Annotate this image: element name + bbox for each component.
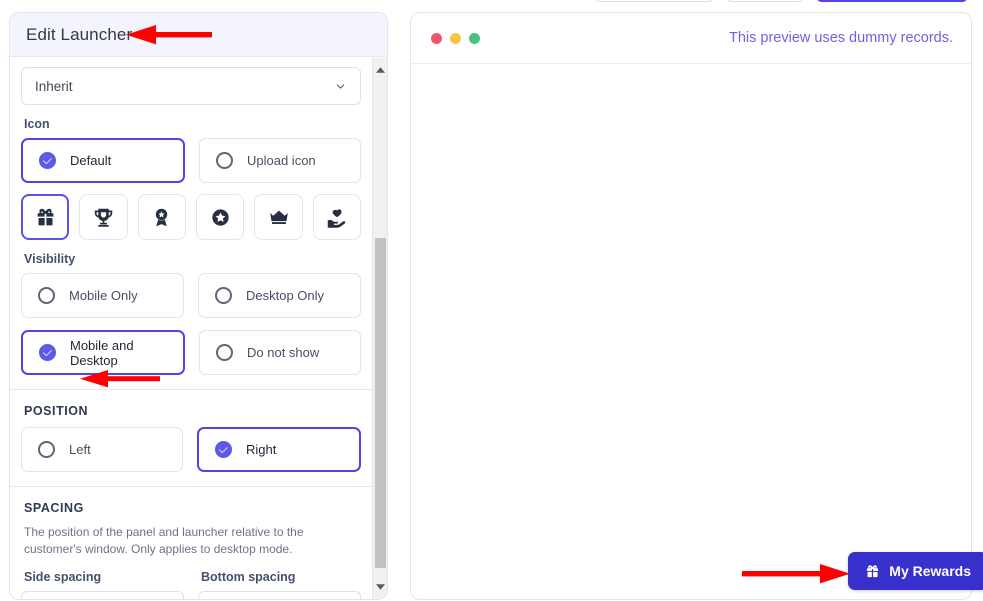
spacing-inputs: Side spacing 0 px Bottom spacing 0 px <box>21 570 361 599</box>
radio-indicator <box>215 287 232 304</box>
bottom-spacing-input[interactable]: 0 px <box>198 591 361 599</box>
heart-in-hand-icon <box>326 207 347 228</box>
radio-indicator <box>215 441 232 458</box>
radio-label: Upload icon <box>247 153 316 168</box>
spacing-section-label: SPACING <box>24 501 84 515</box>
radio-indicator <box>38 287 55 304</box>
top-partial-button-1[interactable] <box>594 0 714 2</box>
maximize-dot-icon <box>469 32 480 44</box>
preview-note: This preview uses dummy records. <box>728 30 953 46</box>
spacing-description: The position of the panel and launcher r… <box>24 525 304 557</box>
bottom-spacing-label: Bottom spacing <box>201 570 296 585</box>
top-partial-primary-button[interactable] <box>816 0 968 2</box>
radio-label: Mobile Only <box>69 288 138 303</box>
radio-indicator <box>216 152 233 169</box>
caret-down-icon[interactable] <box>373 579 387 595</box>
top-partial-toolbar <box>0 0 983 2</box>
star-circle-icon <box>210 207 231 228</box>
close-dot-icon <box>431 32 442 44</box>
icon-option-star[interactable] <box>196 194 245 240</box>
my-rewards-label: My Rewards <box>889 563 971 579</box>
radio-label: Left <box>69 442 91 457</box>
window-dots <box>431 32 480 44</box>
minimize-dot-icon <box>450 32 461 44</box>
panel-scrollbar[interactable] <box>372 58 387 599</box>
gift-icon <box>35 207 56 228</box>
radio-position-left[interactable]: Left <box>21 427 183 472</box>
preview-canvas: My Rewards <box>411 64 983 600</box>
radio-label: Default <box>70 153 112 168</box>
theme-select-wrapper: Inherit <box>10 58 372 105</box>
theme-select[interactable]: Inherit <box>21 67 361 105</box>
radio-label: Do not show <box>247 345 320 360</box>
radio-mobile-and-desktop[interactable]: Mobile and Desktop <box>21 330 185 375</box>
icon-option-award[interactable] <box>137 194 187 240</box>
position-options: Left Right <box>21 427 361 472</box>
radio-mobile-only[interactable]: Mobile Only <box>21 273 184 318</box>
side-spacing-input[interactable]: 0 px <box>21 591 184 599</box>
edit-launcher-panel: Edit Launcher Inherit Icon Default Uploa… <box>9 12 388 600</box>
visibility-section-label: Visibility <box>24 252 76 266</box>
radio-indicator <box>39 344 56 361</box>
gift-icon <box>865 564 880 579</box>
position-section-label: POSITION <box>24 404 89 418</box>
radio-upload-icon[interactable]: Upload icon <box>199 138 361 183</box>
panel-body: Inherit Icon Default Upload icon Visibil… <box>10 58 387 599</box>
radio-indicator <box>39 152 56 169</box>
position-section: POSITION Left Right <box>10 389 372 486</box>
panel-scroll-area: Inherit Icon Default Upload icon Visibil… <box>10 58 372 599</box>
radio-desktop-only[interactable]: Desktop Only <box>198 273 361 318</box>
icon-section-label: Icon <box>24 117 50 131</box>
scrollbar-thumb[interactable] <box>375 238 386 568</box>
radio-do-not-show[interactable]: Do not show <box>199 330 361 375</box>
icon-option-trophy[interactable] <box>79 194 128 240</box>
screen-root: Edit Launcher Inherit Icon Default Uploa… <box>0 0 983 601</box>
visibility-options-row-1: Mobile Only Desktop Only <box>21 273 361 318</box>
radio-indicator <box>216 344 233 361</box>
visibility-options-row-2: Mobile and Desktop Do not show <box>21 330 361 375</box>
icon-glyph-picker <box>21 194 361 240</box>
panel-header: Edit Launcher <box>10 13 387 57</box>
radio-label: Desktop Only <box>246 288 325 303</box>
radio-label: Mobile and Desktop <box>70 337 134 368</box>
icon-section: Icon Default Upload icon <box>10 117 372 240</box>
page-title: Edit Launcher <box>26 24 133 44</box>
chevron-down-icon <box>334 80 347 93</box>
visibility-section: Visibility Mobile Only Desktop Only Mobi… <box>10 252 372 389</box>
caret-up-icon[interactable] <box>373 62 387 78</box>
radio-position-right[interactable]: Right <box>197 427 361 472</box>
spacing-section: SPACING The position of the panel and la… <box>10 486 372 599</box>
theme-select-value: Inherit <box>35 78 73 94</box>
crown-icon <box>268 206 290 228</box>
icon-option-crown[interactable] <box>254 194 303 240</box>
top-partial-button-2[interactable] <box>726 0 804 2</box>
radio-label: Right <box>246 442 277 457</box>
trophy-icon <box>93 207 114 228</box>
award-medal-icon <box>151 207 172 228</box>
icon-option-gift[interactable] <box>21 194 70 240</box>
preview-panel: This preview uses dummy records. My Rewa… <box>410 12 983 600</box>
icon-source-options: Default Upload icon <box>21 138 361 183</box>
icon-option-heart-hand[interactable] <box>312 194 361 240</box>
side-spacing-label: Side spacing <box>24 570 102 585</box>
my-rewards-launcher-button[interactable]: My Rewards <box>848 552 983 590</box>
bottom-spacing-group: Bottom spacing 0 px <box>198 570 361 599</box>
radio-indicator <box>38 441 55 458</box>
preview-window-bar: This preview uses dummy records. <box>411 13 971 64</box>
radio-default-icon[interactable]: Default <box>21 138 185 183</box>
side-spacing-group: Side spacing 0 px <box>21 570 184 599</box>
